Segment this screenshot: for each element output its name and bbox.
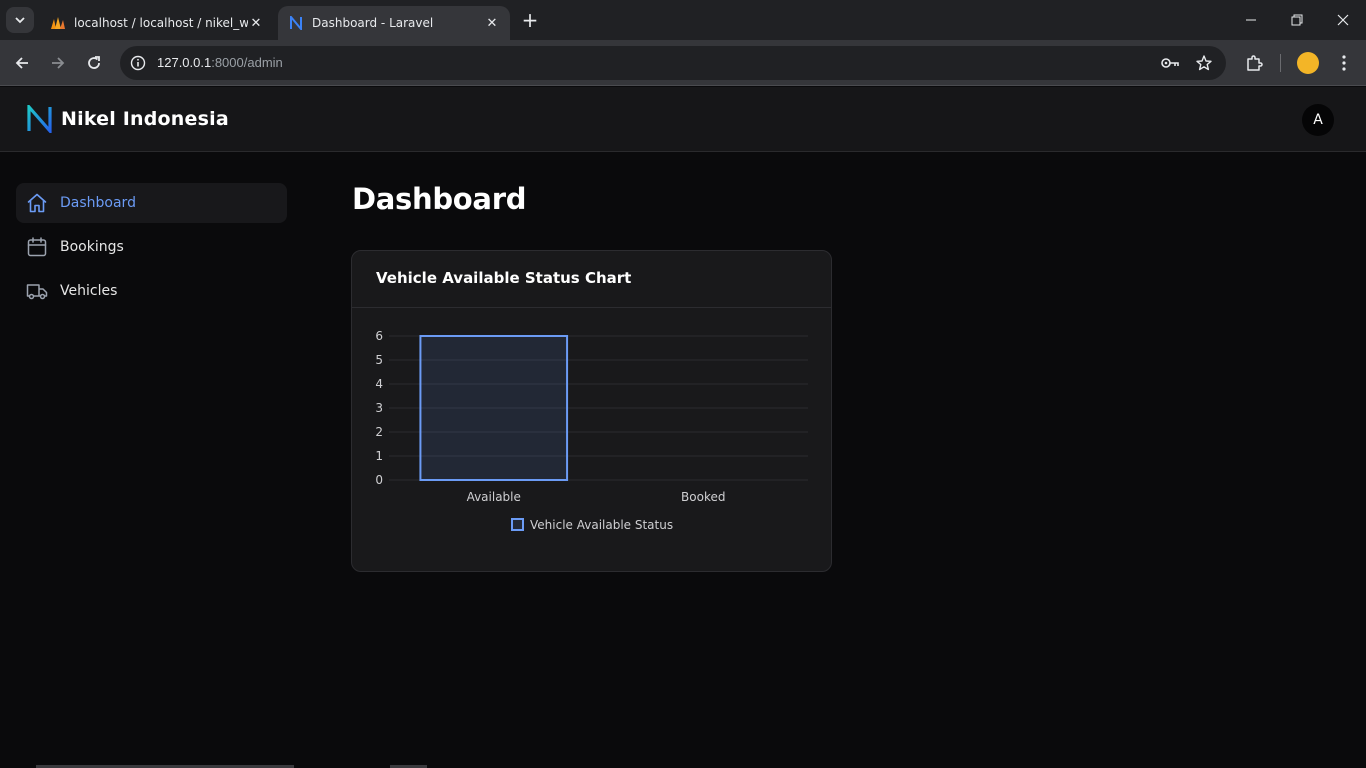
reload-icon: [88, 56, 100, 69]
legend-swatch: [511, 518, 524, 531]
close-icon[interactable]: ✕: [484, 16, 500, 31]
sidebar-item-label: Bookings: [60, 239, 124, 255]
browser-toolbar: 127.0.0.1:8000/admin: [0, 40, 1366, 86]
chevron-down-icon: [15, 17, 25, 24]
home-icon: [26, 192, 48, 214]
close-icon[interactable]: ✕: [248, 16, 264, 31]
y-tick-label: 5: [375, 353, 383, 367]
restore-icon: [1291, 14, 1303, 26]
address-bar[interactable]: 127.0.0.1:8000/admin: [120, 46, 1226, 80]
y-tick-label: 1: [375, 449, 383, 463]
tab-search-button[interactable]: [6, 7, 34, 33]
tab-phpmyadmin[interactable]: localhost / localhost / nikel_web ✕: [40, 6, 274, 40]
x-axis-ticks: Available Booked: [467, 490, 726, 504]
y-tick-label: 3: [375, 401, 383, 415]
x-tick-label: Available: [467, 490, 521, 504]
sidebar-item-label: Vehicles: [60, 283, 118, 299]
puzzle-icon: [1247, 55, 1263, 71]
nikel-logo-icon: [288, 15, 304, 31]
kebab-menu-icon: [1342, 55, 1346, 71]
site-info-icon[interactable]: [128, 53, 148, 73]
sidebar-item-dashboard[interactable]: Dashboard: [16, 183, 287, 223]
toolbar-divider: [1280, 54, 1281, 72]
y-axis-ticks: 0 1 2 3 4 5 6: [375, 329, 383, 487]
bar-chart: 0 1 2 3 4 5 6 Available Booked Vehicle Availabl…: [375, 329, 808, 532]
brand-name: Nikel Indonesia: [61, 108, 229, 130]
minimize-icon: [1246, 19, 1256, 21]
truck-icon: [26, 280, 48, 302]
sidebar: Dashboard Bookings Vehicles: [0, 152, 304, 768]
new-tab-button[interactable]: +: [518, 9, 542, 33]
nikel-logo-icon: [27, 105, 52, 133]
legend-label: Vehicle Available Status: [530, 518, 673, 532]
url-path: :8000/admin: [211, 55, 283, 70]
forward-button[interactable]: [46, 51, 70, 75]
close-icon: [1337, 14, 1349, 26]
chart-legend[interactable]: Vehicle Available Status: [511, 518, 673, 532]
page-title: Dashboard: [352, 182, 527, 216]
restore-button[interactable]: [1274, 0, 1320, 40]
sidebar-item-label: Dashboard: [60, 195, 136, 211]
y-tick-label: 6: [375, 329, 383, 343]
back-button[interactable]: [10, 51, 34, 75]
arrow-right-icon: [52, 57, 65, 69]
phpmyadmin-icon: [50, 15, 66, 31]
password-key-icon[interactable]: [1160, 53, 1180, 73]
app-header: Nikel Indonesia A: [0, 87, 1366, 152]
y-tick-label: 2: [375, 425, 383, 439]
y-tick-label: 4: [375, 377, 383, 391]
card-title: Vehicle Available Status Chart: [352, 251, 831, 308]
browser-tab-strip: localhost / localhost / nikel_web ✕ Dash…: [0, 0, 1366, 40]
x-tick-label: Booked: [681, 490, 725, 504]
url-host: 127.0.0.1: [157, 55, 212, 70]
bar-available: [419, 335, 569, 481]
y-tick-label: 0: [375, 473, 383, 487]
window-close-button[interactable]: [1320, 0, 1366, 40]
brand[interactable]: Nikel Indonesia: [26, 105, 229, 133]
sidebar-item-bookings[interactable]: Bookings: [16, 227, 287, 267]
profile-avatar-icon[interactable]: [1297, 52, 1319, 74]
browser-menu-button[interactable]: [1332, 51, 1356, 75]
bookmark-star-icon[interactable]: [1194, 53, 1214, 73]
url-text: 127.0.0.1:8000/admin: [157, 55, 283, 70]
tab-dashboard[interactable]: Dashboard - Laravel ✕: [278, 6, 510, 40]
chart-card: Vehicle Available Status Chart 0 1 2 3 4 5 6 A…: [351, 250, 832, 572]
tab-title: Dashboard - Laravel: [312, 16, 434, 30]
sidebar-item-vehicles[interactable]: Vehicles: [16, 271, 287, 311]
user-avatar[interactable]: A: [1302, 104, 1334, 136]
calendar-icon: [26, 236, 48, 258]
arrow-left-icon: [15, 57, 28, 69]
extensions-button[interactable]: [1242, 51, 1266, 75]
tab-title: localhost / localhost / nikel_web: [74, 16, 248, 30]
reload-button[interactable]: [82, 51, 106, 75]
chart-bars: [419, 335, 569, 481]
minimize-button[interactable]: [1228, 0, 1274, 40]
